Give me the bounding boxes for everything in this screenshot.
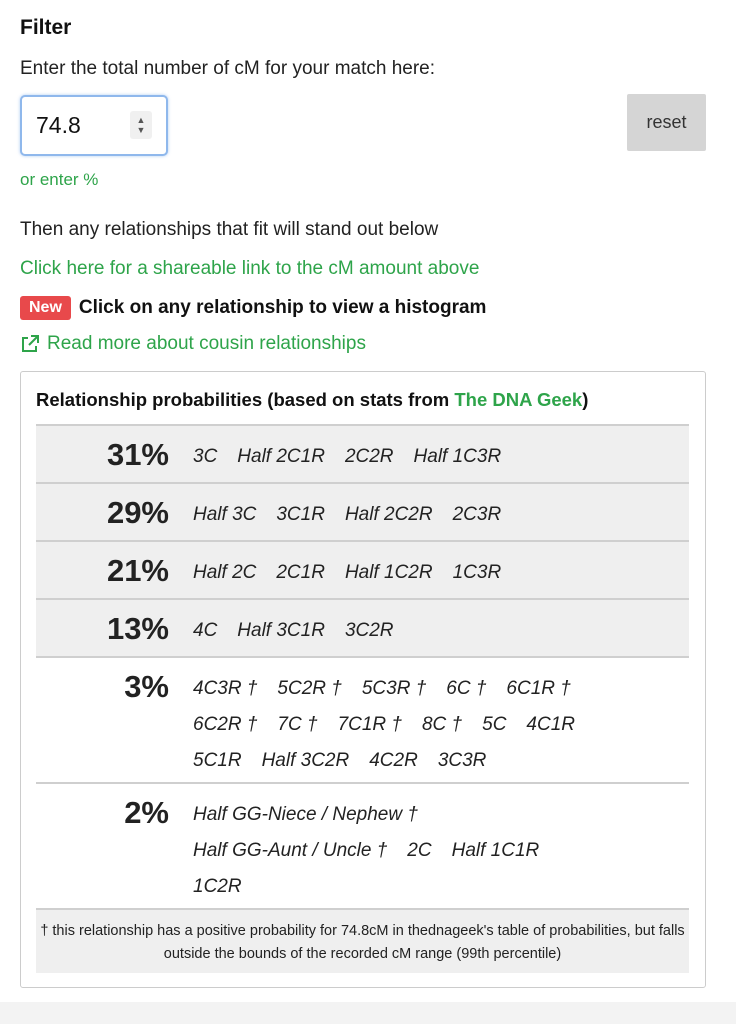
footnote: † this relationship has a positive proba…: [36, 908, 689, 973]
probability-value: 31%: [106, 437, 169, 472]
relationship-item[interactable]: 3C: [193, 439, 217, 475]
cm-input[interactable]: [36, 111, 126, 139]
external-link-icon: [22, 335, 39, 352]
relationship-item[interactable]: Half 1C3R: [414, 439, 502, 475]
page-bottom-strip: [0, 1002, 736, 1024]
relationship-item[interactable]: 5C2R †: [277, 671, 341, 707]
relationship-item[interactable]: 2C2R: [345, 439, 394, 475]
relationship-item[interactable]: Half 1C2R: [345, 555, 433, 591]
reset-button[interactable]: reset: [627, 94, 706, 151]
relationship-item[interactable]: 6C2R †: [193, 707, 257, 743]
relationship-item[interactable]: 5C3R †: [362, 671, 426, 707]
relationship-item[interactable]: 3C3R: [438, 743, 487, 779]
probability-value: 21%: [106, 553, 169, 588]
relationship-item[interactable]: 5C: [482, 707, 506, 743]
relationship-item[interactable]: 2C: [407, 833, 431, 869]
relationship-item[interactable]: 1C2R: [193, 869, 242, 905]
probability-row: 13% 4C Half 3C1R 3C2R: [36, 598, 689, 656]
probability-value: 13%: [106, 611, 169, 646]
panel-heading-suffix: ): [582, 389, 589, 410]
read-more-link[interactable]: Read more about cousin relationships: [20, 333, 366, 355]
relationship-list: 4C Half 3C1R 3C2R: [193, 613, 673, 649]
relationship-item[interactable]: 6C1R †: [506, 671, 570, 707]
probability-value: 2%: [124, 795, 169, 830]
probability-value: 29%: [106, 495, 169, 530]
histogram-hint: Click on any relationship to view a hist…: [78, 297, 487, 318]
probability-row: 21% Half 2C 2C1R Half 1C2R 1C3R: [36, 540, 689, 598]
relationship-item[interactable]: 8C †: [422, 707, 462, 743]
relationship-item[interactable]: 7C †: [277, 707, 317, 743]
cm-prompt: Enter the total number of cM for your ma…: [20, 58, 436, 79]
probability-row: 31% 3C Half 2C1R 2C2R Half 1C3R: [36, 424, 689, 482]
enter-percent-link[interactable]: or enter %: [20, 170, 98, 190]
relationship-item[interactable]: Half 2C1R: [237, 439, 325, 475]
relationship-item[interactable]: Half 3C: [193, 497, 256, 533]
relationship-item[interactable]: 3C1R: [276, 497, 325, 533]
relationship-item[interactable]: Half 3C2R: [262, 743, 350, 779]
stepper-up-icon[interactable]: ▲: [137, 115, 146, 125]
relationship-item[interactable]: Half 3C1R: [237, 613, 325, 649]
relationship-item[interactable]: 4C: [193, 613, 217, 649]
stepper-down-icon[interactable]: ▼: [137, 125, 146, 135]
relationship-item[interactable]: Half 2C: [193, 555, 256, 591]
filter-title: Filter: [20, 16, 72, 39]
relationship-item[interactable]: 1C3R: [453, 555, 502, 591]
new-feature-row: New Click on any relationship to view a …: [20, 295, 486, 321]
probability-row: 2% Half GG-Niece / Nephew † Half GG-Aunt …: [36, 782, 689, 910]
relationship-item[interactable]: Half 2C2R: [345, 497, 433, 533]
new-badge: New: [20, 296, 71, 320]
relationship-item[interactable]: 4C2R: [369, 743, 418, 779]
probability-row: 29% Half 3C 3C1R Half 2C2R 2C3R: [36, 482, 689, 540]
relationship-list: Half GG-Niece / Nephew † Half GG-Aunt / U…: [193, 797, 673, 905]
relationship-item[interactable]: Half GG-Aunt / Uncle †: [193, 833, 387, 869]
panel-heading: Relationship probabilities (based on sta…: [36, 389, 588, 411]
cm-input-box[interactable]: ▲ ▼: [20, 95, 168, 156]
shareable-link[interactable]: Click here for a shareable link to the c…: [20, 258, 479, 280]
relationship-list: 3C Half 2C1R 2C2R Half 1C3R: [193, 439, 673, 475]
instruction-text: Then any relationships that fit will sta…: [20, 219, 439, 240]
relationship-item[interactable]: Half GG-Niece / Nephew †: [193, 797, 418, 833]
relationship-item[interactable]: 3C2R: [345, 613, 394, 649]
dna-geek-link[interactable]: The DNA Geek: [454, 389, 582, 410]
relationship-list: Half 2C 2C1R Half 1C2R 1C3R: [193, 555, 673, 591]
relationship-list: 4C3R † 5C2R † 5C3R † 6C † 6C1R † 6C2R † 7C † 7C…: [193, 671, 673, 779]
relationship-list: Half 3C 3C1R Half 2C2R 2C3R: [193, 497, 673, 533]
relationship-item[interactable]: 5C1R: [193, 743, 242, 779]
probability-row: 3% 4C3R † 5C2R † 5C3R † 6C † 6C1R † 6C2R † 7C …: [36, 656, 689, 782]
relationship-item[interactable]: 6C †: [446, 671, 486, 707]
number-stepper[interactable]: ▲ ▼: [130, 111, 152, 139]
read-more-label[interactable]: Read more about cousin relationships: [47, 333, 366, 355]
relationship-item[interactable]: 4C1R: [526, 707, 575, 743]
panel-heading-prefix: Relationship probabilities (based on sta…: [36, 389, 455, 410]
relationship-item[interactable]: 4C3R †: [193, 671, 257, 707]
relationship-item[interactable]: 7C1R †: [338, 707, 402, 743]
relationship-item[interactable]: 2C1R: [276, 555, 325, 591]
probability-value: 3%: [124, 669, 169, 704]
relationship-item[interactable]: 2C3R: [453, 497, 502, 533]
probabilities-panel: Relationship probabilities (based on sta…: [20, 371, 706, 988]
relationship-item[interactable]: Half 1C1R: [452, 833, 540, 869]
